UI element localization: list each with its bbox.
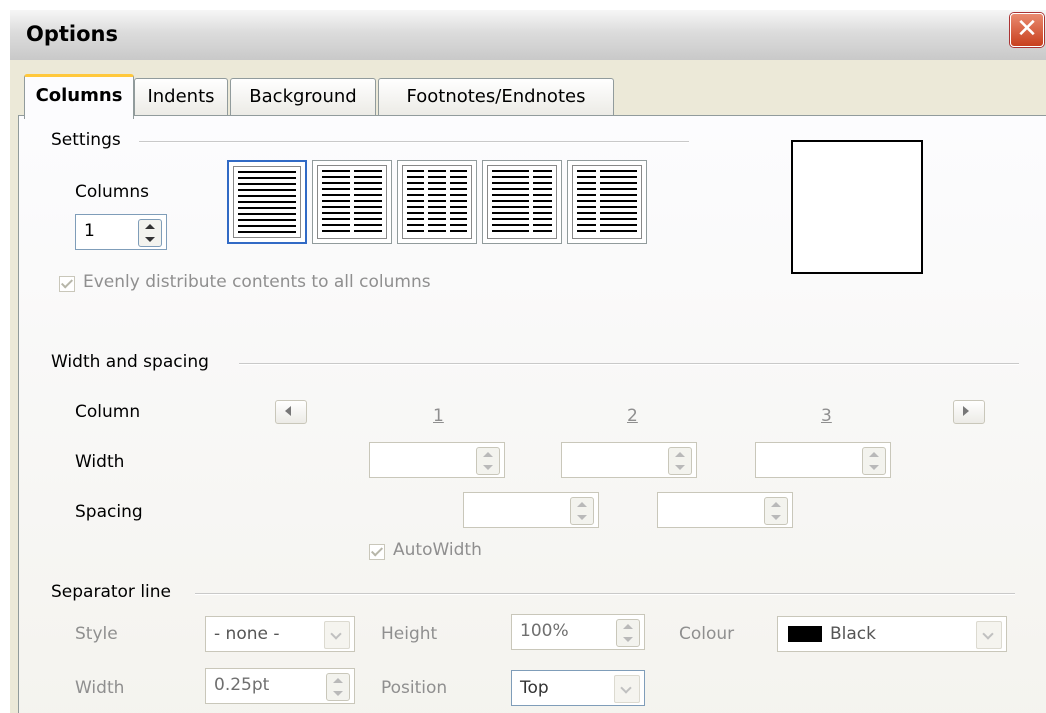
options-dialog: Options ✕ Columns Indents Background Foo… xyxy=(10,10,1046,713)
arrow-left-icon xyxy=(285,406,291,416)
sep-width-spinbox[interactable]: 0.25pt xyxy=(205,668,355,704)
spacing-2-spinbox[interactable] xyxy=(657,492,793,528)
columns-spinbox[interactable]: 1 xyxy=(75,214,167,250)
chevron-down-icon[interactable] xyxy=(976,621,1002,649)
width-spacing-divider xyxy=(239,363,1019,365)
width-spacing-group-label: Width and spacing xyxy=(51,352,209,372)
spin-arrows-icon[interactable] xyxy=(138,219,162,247)
tab-background[interactable]: Background xyxy=(230,78,376,115)
style-dropdown[interactable]: - none - xyxy=(205,616,355,652)
preset-2-columns[interactable] xyxy=(312,160,392,244)
title-bar[interactable]: Options ✕ xyxy=(10,10,1046,60)
arrow-right-icon xyxy=(963,406,969,416)
preset-3-columns[interactable] xyxy=(397,160,477,244)
height-spinbox[interactable]: 100% xyxy=(511,614,645,650)
tab-indents[interactable]: Indents xyxy=(134,78,228,115)
width-col3-spinbox[interactable] xyxy=(755,442,891,478)
column-next-button[interactable] xyxy=(953,400,985,424)
style-label: Style xyxy=(75,624,118,644)
colour-dropdown[interactable]: Black xyxy=(777,616,1007,652)
position-dropdown[interactable]: Top xyxy=(511,670,645,706)
column-row-label: Column xyxy=(75,402,141,422)
colour-swatch xyxy=(788,626,822,642)
settings-group-label: Settings xyxy=(51,130,121,150)
column-preview xyxy=(791,140,923,274)
autowidth-label: AutoWidth xyxy=(393,540,482,560)
autowidth-checkbox[interactable] xyxy=(369,544,385,560)
settings-divider xyxy=(139,141,689,143)
sep-width-label: Width xyxy=(75,678,125,698)
width-col1-spinbox[interactable] xyxy=(369,442,505,478)
width-row-label: Width xyxy=(75,452,125,472)
separator-divider xyxy=(195,593,1015,595)
position-label: Position xyxy=(381,678,448,698)
evenly-distribute-checkbox[interactable] xyxy=(59,276,75,292)
columns-panel: Settings Columns 1 Evenly distribute con… xyxy=(18,115,1046,713)
preset-1-column[interactable] xyxy=(227,160,307,244)
evenly-distribute-label: Evenly distribute contents to all column… xyxy=(83,272,431,292)
preset-2-columns-right-wide[interactable] xyxy=(567,160,647,244)
spacing-1-spinbox[interactable] xyxy=(463,492,599,528)
chevron-down-icon[interactable] xyxy=(324,621,350,649)
sep-width-value: 0.25pt xyxy=(214,675,270,695)
column-prev-button[interactable] xyxy=(275,400,307,424)
colour-value: Black xyxy=(830,624,876,644)
spacing-row-label: Spacing xyxy=(75,502,143,522)
separator-group-label: Separator line xyxy=(51,582,172,602)
columns-label: Columns xyxy=(75,182,149,202)
tab-container: Columns Indents Background Footnotes/End… xyxy=(10,60,1046,713)
chevron-down-icon[interactable] xyxy=(614,675,640,703)
close-icon: ✕ xyxy=(1016,14,1038,44)
preset-2-columns-left-wide[interactable] xyxy=(482,160,562,244)
column-number-2: 2 xyxy=(627,406,638,426)
width-col2-spinbox[interactable] xyxy=(561,442,697,478)
column-number-3: 3 xyxy=(821,406,832,426)
tab-columns[interactable]: Columns xyxy=(24,74,134,119)
tab-footnotes-endnotes[interactable]: Footnotes/Endnotes xyxy=(378,78,614,115)
height-label: Height xyxy=(381,624,438,644)
height-value: 100% xyxy=(520,621,569,641)
position-value: Top xyxy=(520,678,549,698)
close-button[interactable]: ✕ xyxy=(1010,13,1044,47)
columns-value: 1 xyxy=(84,221,95,241)
dialog-title: Options xyxy=(26,22,118,46)
column-number-1: 1 xyxy=(433,406,444,426)
colour-label: Colour xyxy=(679,624,735,644)
